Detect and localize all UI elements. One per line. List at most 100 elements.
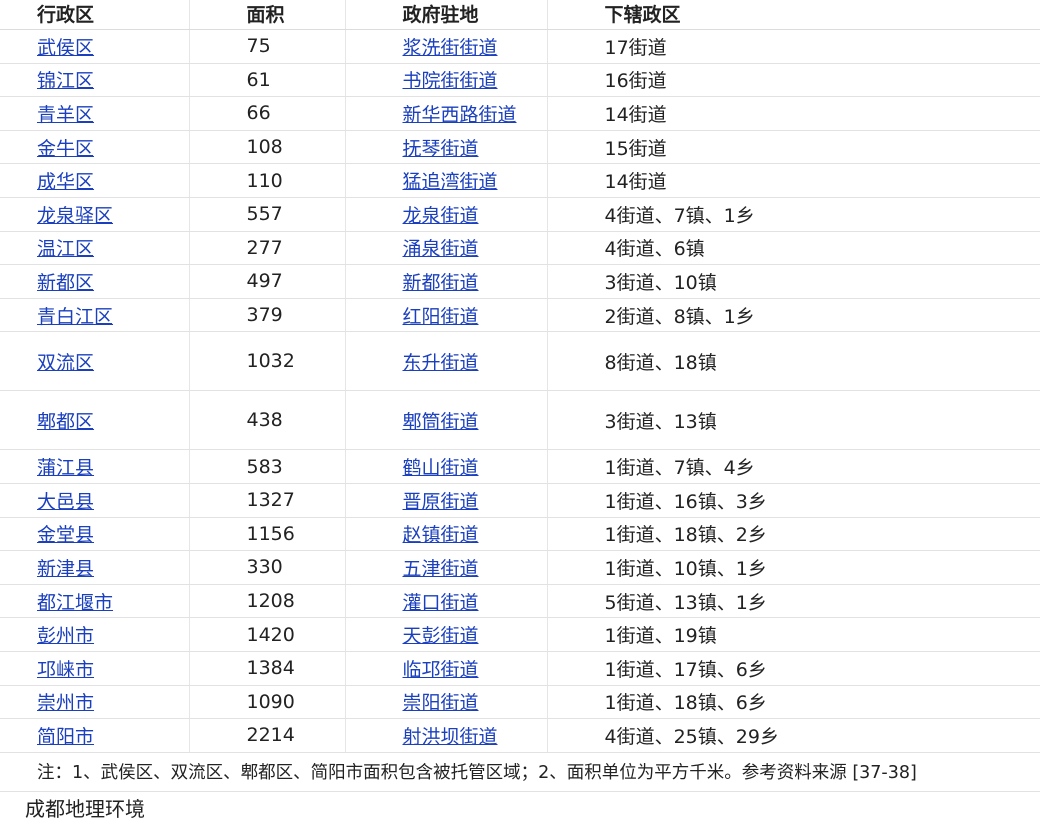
table-row: 邛崃市 1384 临邛街道 1街道、17镇、6乡 xyxy=(0,651,1040,686)
seat-link[interactable]: 浆洗街街道 xyxy=(403,37,498,59)
district-link[interactable]: 彭州市 xyxy=(37,625,94,647)
district-link[interactable]: 都江堰市 xyxy=(37,592,113,614)
header-district: 行政区 xyxy=(0,0,190,30)
table-row: 彭州市 1420 天彭街道 1街道、19镇 xyxy=(0,617,1040,652)
table-header-row: 行政区 面积 政府驻地 下辖政区 xyxy=(0,0,1040,30)
header-subdivisions: 下辖政区 xyxy=(547,0,1040,30)
district-link[interactable]: 温江区 xyxy=(37,238,94,260)
seat-link[interactable]: 灌口街道 xyxy=(403,592,479,614)
subdivision-value: 4街道、7镇、1乡 xyxy=(547,197,1040,232)
district-link[interactable]: 青白江区 xyxy=(37,306,113,328)
subdivision-value: 4街道、25镇、29乡 xyxy=(547,718,1040,753)
area-value: 1420 xyxy=(189,617,346,652)
seat-link[interactable]: 天彭街道 xyxy=(403,625,479,647)
subdivision-value: 1街道、19镇 xyxy=(547,617,1040,652)
table-row: 金牛区 108 抚琴街道 15街道 xyxy=(0,130,1040,165)
area-value: 379 xyxy=(189,298,346,333)
table-row: 新都区 497 新都街道 3街道、10镇 xyxy=(0,264,1040,299)
seat-link[interactable]: 东升街道 xyxy=(403,352,479,374)
seat-link[interactable]: 新都街道 xyxy=(403,272,479,294)
table-row: 武侯区 75 浆洗街街道 17街道 xyxy=(0,29,1040,64)
seat-link[interactable]: 鹤山街道 xyxy=(403,457,479,479)
area-value: 1208 xyxy=(189,584,346,619)
area-value: 1384 xyxy=(189,651,346,686)
table-row: 青羊区 66 新华西路街道 14街道 xyxy=(0,96,1040,131)
district-link[interactable]: 双流区 xyxy=(37,352,94,374)
area-value: 497 xyxy=(189,264,346,299)
seat-link[interactable]: 五津街道 xyxy=(403,558,479,580)
area-value: 277 xyxy=(189,231,346,266)
subdivision-value: 1街道、16镇、3乡 xyxy=(547,483,1040,518)
district-link[interactable]: 金堂县 xyxy=(37,524,94,546)
subdivision-value: 4街道、6镇 xyxy=(547,231,1040,266)
area-value: 2214 xyxy=(189,718,346,753)
table-row: 崇州市 1090 崇阳街道 1街道、18镇、6乡 xyxy=(0,685,1040,720)
district-link[interactable]: 郫都区 xyxy=(37,411,94,433)
table-row: 龙泉驿区 557 龙泉街道 4街道、7镇、1乡 xyxy=(0,197,1040,232)
subdivision-value: 1街道、17镇、6乡 xyxy=(547,651,1040,686)
subdivision-value: 3街道、13镇 xyxy=(547,390,1040,451)
district-link[interactable]: 蒲江县 xyxy=(37,457,94,479)
subdivision-value: 1街道、18镇、6乡 xyxy=(547,685,1040,720)
seat-link[interactable]: 崇阳街道 xyxy=(403,692,479,714)
header-area: 面积 xyxy=(189,0,346,30)
table-row: 温江区 277 涌泉街道 4街道、6镇 xyxy=(0,231,1040,266)
seat-link[interactable]: 书院街街道 xyxy=(403,70,498,92)
area-value: 75 xyxy=(189,29,346,64)
area-value: 1327 xyxy=(189,483,346,518)
area-value: 61 xyxy=(189,63,346,98)
area-value: 66 xyxy=(189,96,346,131)
district-link[interactable]: 武侯区 xyxy=(37,37,94,59)
seat-link[interactable]: 涌泉街道 xyxy=(403,238,479,260)
seat-link[interactable]: 龙泉街道 xyxy=(403,205,479,227)
district-link[interactable]: 简阳市 xyxy=(37,726,94,748)
table-row: 简阳市 2214 射洪坝街道 4街道、25镇、29乡 xyxy=(0,718,1040,753)
subdivision-value: 1街道、10镇、1乡 xyxy=(547,550,1040,585)
subdivision-value: 2街道、8镇、1乡 xyxy=(547,298,1040,333)
subdivision-value: 1街道、18镇、2乡 xyxy=(547,517,1040,552)
seat-link[interactable]: 晋原街道 xyxy=(403,491,479,513)
subdivision-value: 16街道 xyxy=(547,63,1040,98)
subdivision-value: 17街道 xyxy=(547,29,1040,64)
seat-link[interactable]: 红阳街道 xyxy=(403,306,479,328)
district-link[interactable]: 锦江区 xyxy=(37,70,94,92)
subdivision-value: 14街道 xyxy=(547,163,1040,198)
area-value: 1156 xyxy=(189,517,346,552)
area-value: 438 xyxy=(189,390,346,451)
district-link[interactable]: 金牛区 xyxy=(37,138,94,160)
area-value: 1032 xyxy=(189,331,346,392)
subdivision-value: 14街道 xyxy=(547,96,1040,131)
seat-link[interactable]: 射洪坝街道 xyxy=(403,726,498,748)
subdivision-value: 5街道、13镇、1乡 xyxy=(547,584,1040,619)
subdivision-value: 1街道、7镇、4乡 xyxy=(547,449,1040,484)
seat-link[interactable]: 新华西路街道 xyxy=(403,104,517,126)
area-value: 108 xyxy=(189,130,346,165)
district-link[interactable]: 新都区 xyxy=(37,272,94,294)
area-value: 1090 xyxy=(189,685,346,720)
district-link[interactable]: 崇州市 xyxy=(37,692,94,714)
header-seat: 政府驻地 xyxy=(345,0,548,30)
district-link[interactable]: 大邑县 xyxy=(37,491,94,513)
area-value: 330 xyxy=(189,550,346,585)
seat-link[interactable]: 抚琴街道 xyxy=(403,138,479,160)
area-value: 583 xyxy=(189,449,346,484)
district-link[interactable]: 成华区 xyxy=(37,171,94,193)
seat-link[interactable]: 临邛街道 xyxy=(403,659,479,681)
table-footnote: 注：1、武侯区、双流区、郫都区、简阳市面积包含被托管区域；2、面积单位为平方千米… xyxy=(0,755,1040,792)
table-row: 新津县 330 五津街道 1街道、10镇、1乡 xyxy=(0,550,1040,585)
district-link[interactable]: 新津县 xyxy=(37,558,94,580)
subdivision-value: 15街道 xyxy=(547,130,1040,165)
seat-link[interactable]: 郫筒街道 xyxy=(403,411,479,433)
area-value: 557 xyxy=(189,197,346,232)
district-link[interactable]: 青羊区 xyxy=(37,104,94,126)
admin-division-table: 行政区 面积 政府驻地 下辖政区 武侯区 75 浆洗街街道 17街道 锦江区 6… xyxy=(0,0,1040,753)
table-row: 成华区 110 猛追湾街道 14街道 xyxy=(0,163,1040,198)
table-row: 蒲江县 583 鹤山街道 1街道、7镇、4乡 xyxy=(0,449,1040,484)
seat-link[interactable]: 赵镇街道 xyxy=(403,524,479,546)
table-caption: 成都地理环境 xyxy=(25,797,145,821)
seat-link[interactable]: 猛追湾街道 xyxy=(403,171,498,193)
table-row: 郫都区 438 郫筒街道 3街道、13镇 xyxy=(0,390,1040,451)
table-row: 青白江区 379 红阳街道 2街道、8镇、1乡 xyxy=(0,298,1040,333)
district-link[interactable]: 邛崃市 xyxy=(37,659,94,681)
district-link[interactable]: 龙泉驿区 xyxy=(37,205,113,227)
